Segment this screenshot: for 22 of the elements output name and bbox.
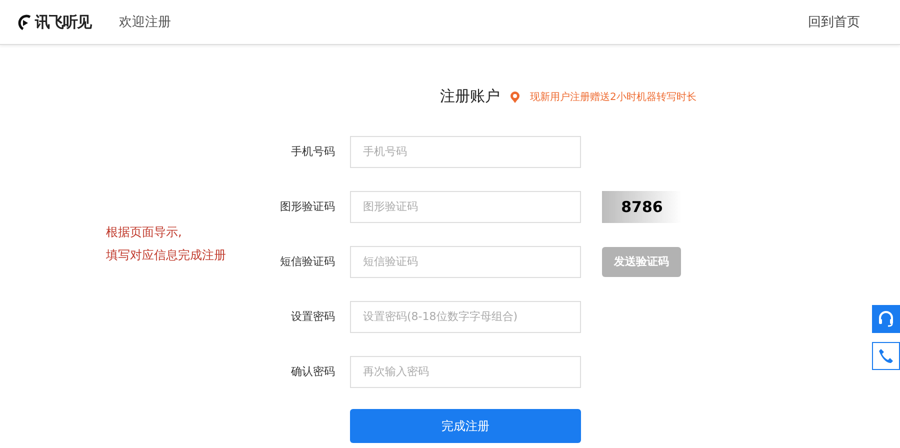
logo-text: 讯飞听见 [35, 12, 91, 32]
field-label: 手机号码 [291, 144, 335, 159]
input-field[interactable]: 手机号码 [350, 136, 581, 168]
annotation-text: 根据页面导示, [106, 224, 183, 241]
promo-text: 现新用户注册赠送2小时机器转写时长 [530, 90, 696, 104]
annotation-text: 填写对应信息完成注册 [106, 247, 226, 264]
headset-button[interactable] [872, 305, 900, 333]
field-label: 确认密码 [291, 364, 335, 379]
logo-icon [18, 13, 32, 31]
headset-icon [877, 310, 895, 328]
input-field[interactable]: 设置密码(8-18位数字字母组合) [350, 300, 581, 332]
home-link[interactable]: 回到首页 [808, 13, 860, 31]
phone-icon [878, 348, 894, 364]
input-field[interactable]: 再次输入密码 [350, 356, 581, 388]
field-label: 图形验证码 [280, 199, 335, 214]
submit-button[interactable]: 完成注册 [350, 409, 581, 443]
form-title: 注册账户 [440, 87, 500, 106]
phone-button[interactable] [872, 342, 900, 370]
page-title: 欢迎注册 [119, 14, 171, 31]
field-label: 短信验证码 [280, 254, 335, 269]
field-label: 设置密码 [291, 309, 335, 324]
input-field[interactable]: 图形验证码 [350, 190, 581, 222]
